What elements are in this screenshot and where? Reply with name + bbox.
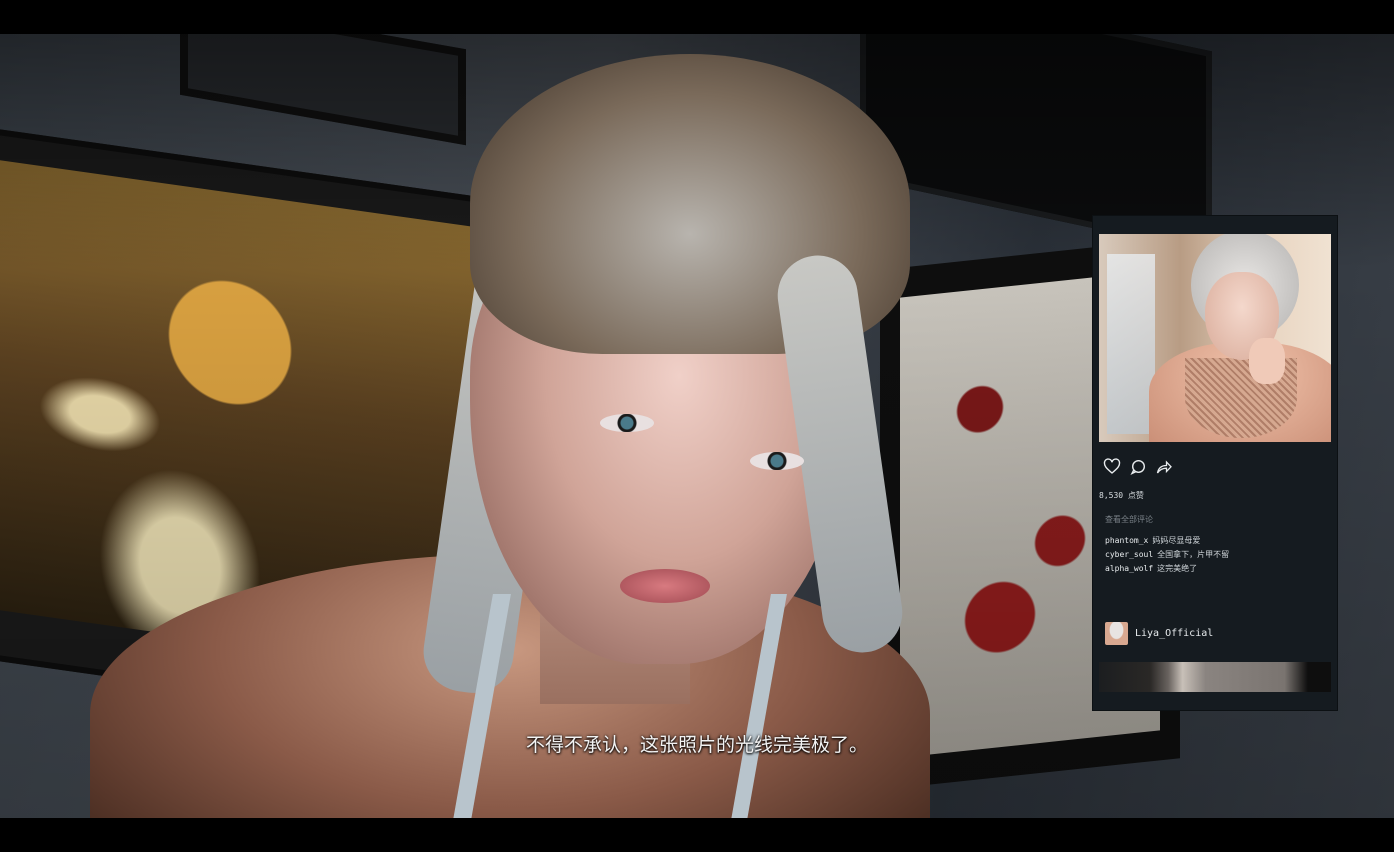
post-photo-window [1107,254,1155,434]
view-all-comments-link[interactable]: 查看全部评论 [1105,514,1153,525]
comment-text: 妈妈尽显母爱 [1152,536,1201,545]
heart-icon[interactable] [1103,458,1121,476]
comment-item: phantom_x 妈妈尽显母爱 [1105,534,1229,548]
comment-username[interactable]: cyber_soul [1105,550,1153,559]
avatar[interactable] [1105,622,1128,645]
character-eye-right [750,452,804,470]
character-halter-top [447,594,787,818]
post-actions [1103,458,1173,476]
letterbox-bottom [0,818,1394,852]
dialogue-subtitle: 不得不承认，这张照片的光线完美极了。 [525,734,868,756]
post-photo[interactable] [1099,234,1331,442]
post-photo-hand [1249,338,1285,384]
comment-item: cyber_soul 全国拿下，片甲不留 [1105,548,1229,562]
next-post-header[interactable]: Liya_Official [1105,622,1213,645]
social-feed-panel[interactable]: 8,530 点赞 查看全部评论 phantom_x 妈妈尽显母爱 cyber_so… [1092,215,1338,711]
next-post-photo-preview[interactable] [1099,662,1331,692]
comment-list: phantom_x 妈妈尽显母爱 cyber_soul 全国拿下，片甲不留 alph… [1105,534,1229,576]
comment-text: 全国拿下，片甲不留 [1157,550,1230,559]
character-eye-left [600,414,654,432]
comment-item: alpha_wolf 这完美绝了 [1105,562,1229,576]
comment-username[interactable]: phantom_x [1105,536,1148,545]
next-post-username[interactable]: Liya_Official [1135,628,1213,639]
letterbox-top [0,0,1394,34]
comment-text: 这完美绝了 [1157,564,1198,573]
share-arrow-icon[interactable] [1155,458,1173,476]
speech-bubble-icon[interactable] [1129,458,1147,476]
likes-count: 8,530 点赞 [1099,491,1144,500]
comment-username[interactable]: alpha_wolf [1105,564,1153,573]
